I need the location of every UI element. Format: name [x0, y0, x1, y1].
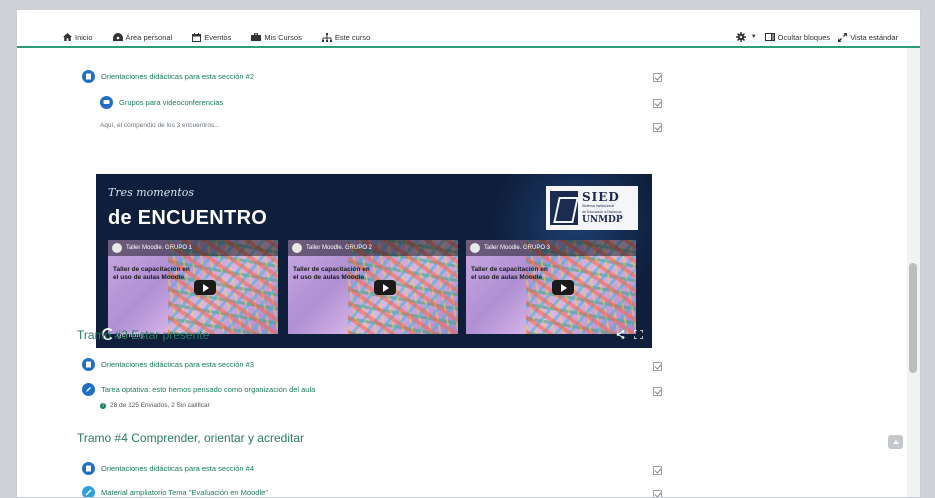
submission-status: i 28 de 125 Enviados, 2 Sin calificar	[100, 402, 210, 409]
settings-menu[interactable]: ▼	[735, 32, 757, 42]
completion-checkbox[interactable]	[653, 99, 662, 108]
channel-avatar	[470, 243, 480, 253]
assignment-icon	[82, 383, 95, 396]
nav-this-course[interactable]: Este curso	[321, 32, 371, 42]
page-icon	[82, 358, 95, 371]
video-caption: Taller de capacitación en el uso de aula…	[293, 266, 370, 281]
video-title: Taller Moodle. GRUPO 2	[306, 245, 373, 251]
nav-home-label: Inicio	[75, 32, 93, 42]
video-thumbnail[interactable]: Taller Moodle. GRUPO 2 Taller de capacit…	[288, 240, 458, 334]
sied-emblem-icon	[550, 191, 578, 225]
columns-icon	[764, 33, 775, 41]
video-thumbnail[interactable]: Taller Moodle. GRUPO 1 Taller de capacit…	[108, 240, 278, 334]
expand-arrows-icon	[838, 32, 848, 42]
sied-title: SIED	[582, 190, 620, 204]
sitemap-icon	[321, 32, 332, 42]
nav-actions: ▼ Ocultar bloques Vista estándar	[728, 30, 898, 44]
completion-checkbox[interactable]	[653, 123, 662, 132]
sied-logo: SIED Sistema Institucional de Educación …	[546, 186, 638, 230]
back-to-top-button[interactable]	[888, 435, 903, 449]
activity-link[interactable]: Grupos para videoconferencias	[119, 98, 223, 107]
top-navbar: Inicio Área personal Eventos Mis Cursos …	[17, 10, 920, 48]
hide-blocks-button[interactable]: Ocultar bloques	[764, 32, 831, 42]
sied-subtitle: Sistema Institucional	[582, 204, 615, 208]
dashboard-icon	[112, 33, 123, 41]
completion-checkbox[interactable]	[653, 466, 662, 475]
activity-link[interactable]: Orientaciones didácticas para esta secci…	[101, 360, 254, 369]
banner-title: de ENCUENTRO	[108, 207, 268, 229]
scrollbar-thumb[interactable]	[909, 263, 917, 373]
page-icon	[82, 70, 95, 83]
completion-checkbox[interactable]	[653, 490, 662, 497]
gear-icon	[735, 32, 746, 42]
section-title[interactable]: Tramo #3 Estar presente	[77, 328, 209, 342]
activity-row[interactable]: Tarea optativa: esto hemos pensado como …	[82, 383, 315, 396]
info-icon: i	[100, 402, 106, 409]
video-caption: Taller de capacitación en el uso de aula…	[471, 266, 548, 281]
page-icon	[82, 462, 95, 475]
video-header: Taller Moodle. GRUPO 1	[108, 240, 278, 256]
vertical-scrollbar[interactable]	[907, 48, 920, 497]
video-thumbnail[interactable]: Taller Moodle. GRUPO 3 Taller de capacit…	[466, 240, 636, 334]
forum-icon	[100, 96, 113, 109]
sied-text: SIED Sistema Institucional de Educación …	[582, 191, 623, 225]
nav-dashboard[interactable]: Área personal	[112, 32, 173, 42]
nav-this-course-label: Este curso	[334, 32, 371, 42]
nav-events-label: Eventos	[204, 32, 232, 42]
calendar-icon	[192, 32, 202, 42]
activity-link[interactable]: Material ampliatorio Tema "Evaluación en…	[101, 488, 268, 497]
standard-view-button[interactable]: Vista estándar	[838, 32, 898, 42]
fullscreen-icon[interactable]	[634, 330, 643, 339]
genially-embed[interactable]: Tres momentos de ENCUENTRO SIED Sistema …	[96, 174, 652, 348]
video-header: Taller Moodle. GRUPO 3	[466, 240, 636, 256]
nav-dashboard-label: Área personal	[125, 32, 173, 42]
nav-my-courses[interactable]: Mis Cursos	[251, 33, 302, 42]
video-header: Taller Moodle. GRUPO 2	[288, 240, 458, 256]
hide-blocks-label: Ocultar bloques	[777, 32, 831, 42]
activity-link[interactable]: Orientaciones didácticas para esta secci…	[101, 464, 254, 473]
standard-view-label: Vista estándar	[850, 32, 898, 42]
completion-checkbox[interactable]	[653, 73, 662, 82]
banner-script-title: Tres momentos	[108, 186, 195, 199]
course-content: Orientaciones didácticas para esta secci…	[57, 54, 677, 497]
chevron-down-icon: ▼	[750, 34, 757, 40]
submission-status-text: 28 de 125 Enviados, 2 Sin calificar	[110, 402, 210, 409]
channel-avatar	[292, 243, 302, 253]
completion-checkbox[interactable]	[653, 362, 662, 371]
video-caption: Taller de capacitación en el uso de aula…	[113, 266, 190, 281]
section-title[interactable]: Tramo #4 Comprender, orientar y acredita…	[77, 431, 304, 445]
nav-menu: Inicio Área personal Eventos Mis Cursos …	[63, 30, 390, 44]
activity-row[interactable]: Orientaciones didácticas para esta secci…	[82, 70, 254, 83]
activity-row[interactable]: Orientaciones didácticas para esta secci…	[82, 462, 254, 475]
play-button[interactable]	[374, 280, 396, 295]
nav-my-courses-label: Mis Cursos	[264, 32, 302, 42]
url-icon	[82, 486, 95, 497]
browser-page: Inicio Área personal Eventos Mis Cursos …	[16, 9, 921, 498]
nav-events[interactable]: Eventos	[192, 32, 232, 42]
activity-row[interactable]: Grupos para videoconferencias	[100, 96, 223, 109]
sied-subtitle: de Educación a Distancia	[582, 210, 622, 214]
activity-link[interactable]: Orientaciones didácticas para esta secci…	[101, 72, 254, 81]
sied-unmdp: UNMDP	[582, 215, 623, 225]
channel-avatar	[112, 243, 122, 253]
video-title: Taller Moodle. GRUPO 1	[126, 245, 193, 251]
play-button[interactable]	[552, 280, 574, 295]
activity-link[interactable]: Tarea optativa: esto hemos pensado como …	[101, 385, 315, 394]
completion-checkbox[interactable]	[653, 387, 662, 396]
share-icon[interactable]	[616, 330, 625, 339]
video-title: Taller Moodle. GRUPO 3	[484, 245, 551, 251]
play-button[interactable]	[194, 280, 216, 295]
home-icon	[63, 33, 72, 41]
activity-row[interactable]: Orientaciones didácticas para esta secci…	[82, 358, 254, 371]
label-text: Aquí, el compendio de los 3 encuentros..…	[100, 122, 220, 129]
nav-home[interactable]: Inicio	[63, 33, 93, 42]
briefcase-icon	[251, 33, 262, 41]
activity-row[interactable]: Material ampliatorio Tema "Evaluación en…	[82, 486, 268, 497]
